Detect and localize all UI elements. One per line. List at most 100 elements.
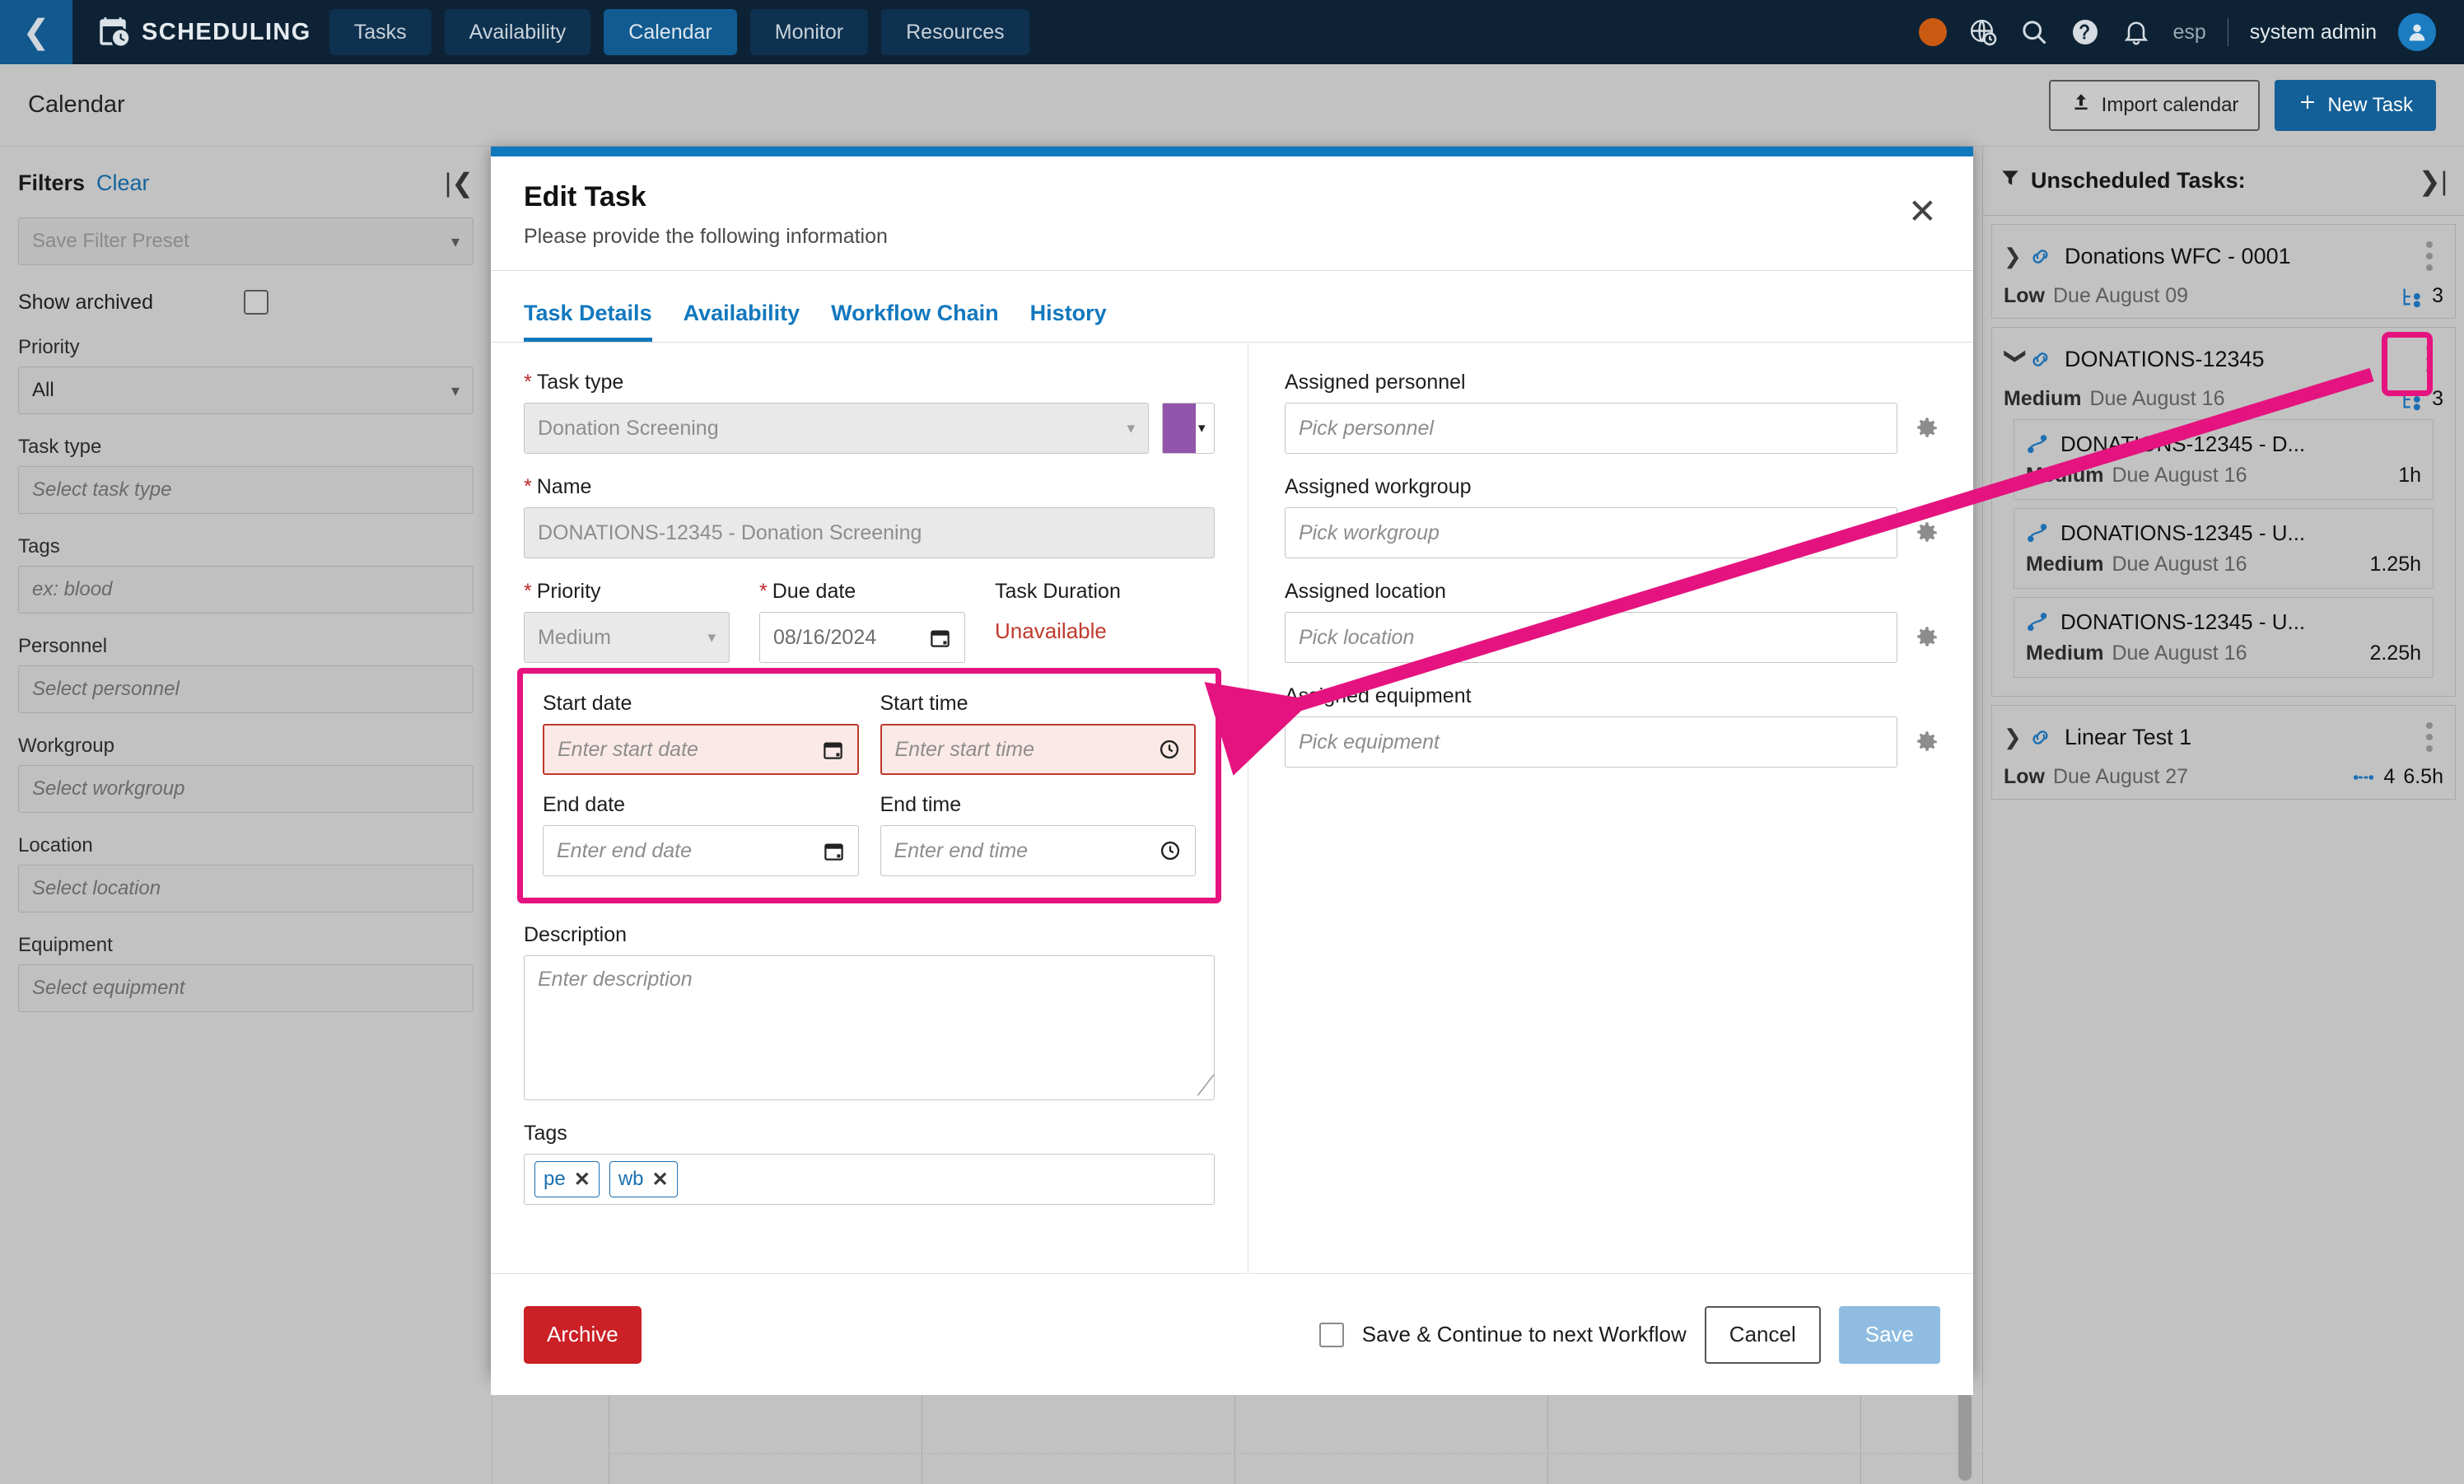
tab-task-details[interactable]: Task Details [524,301,652,342]
tag-chip-label: pe [544,1168,566,1190]
filter-priority-select[interactable]: All ▾ [18,366,474,414]
task-card-stats: 3 [2401,284,2443,308]
task-card-name: DONATIONS-12345 [2065,346,2265,371]
due-date-input[interactable]: 08/16/2024 [759,612,965,663]
tab-workflow-chain[interactable]: Workflow Chain [831,301,999,342]
nav-tab-resources[interactable]: Resources [881,9,1029,55]
save-continue-checkbox[interactable] [1318,1322,1344,1347]
task-color-picker[interactable]: ▾ [1162,403,1215,454]
task-card-count: 3 [2432,387,2443,410]
task-name-value: DONATIONS-12345 - Donation Screening [538,520,922,544]
archive-button[interactable]: Archive [524,1305,642,1364]
filter-personnel-input[interactable]: Select personnel [18,665,474,713]
filter-tags-placeholder: ex: blood [32,578,113,600]
filter-equipment-input[interactable]: Select equipment [18,964,474,1012]
nav-tab-tasks[interactable]: Tasks [329,9,432,55]
show-archived-checkbox[interactable] [243,290,268,315]
task-card-row: ❯ Donations WFC - 0001 [2004,236,2443,276]
globe-clock-icon[interactable] [1968,17,1998,47]
tab-history[interactable]: History [1030,301,1107,342]
status-dot-icon[interactable] [1919,18,1948,46]
clock-icon[interactable] [1159,839,1182,862]
close-icon[interactable]: ✕ [1908,194,1937,229]
calendar-scrollbar-thumb[interactable] [1958,1384,1972,1481]
subtask-name: DONATIONS-12345 - D... [2060,432,2306,456]
task-card[interactable]: ❯ Linear Test 1 Low Due August 27 4 6.5h [1991,705,2456,800]
clock-icon[interactable] [1158,738,1181,761]
end-time-placeholder: Enter end time [894,838,1029,862]
start-date-field: Start date Enter start date [543,692,859,775]
nav-tab-availability[interactable]: Availability [444,9,591,55]
task-card[interactable]: ❯ DONATIONS-12345 Medium Due August 16 3 [1991,327,2456,697]
filter-tags-input[interactable]: ex: blood [18,566,474,614]
assigned-workgroup-input[interactable]: Pick workgroup [1285,507,1897,558]
save-button[interactable]: Save [1838,1305,1940,1364]
task-card[interactable]: ❯ Donations WFC - 0001 Low Due August 09… [1991,224,2456,319]
assigned-location-row: Pick location [1285,612,1940,663]
language-selector[interactable]: esp [2172,21,2205,44]
tag-chip[interactable]: wb ✕ [609,1161,678,1197]
collapse-left-icon[interactable]: |❮ [445,170,474,196]
collapse-right-icon[interactable]: ❯| [2419,168,2448,194]
chevron-right-icon[interactable]: ❯ [2004,244,2028,269]
new-task-button[interactable]: New Task [2275,79,2436,131]
help-icon[interactable] [2070,17,2100,47]
remove-tag-icon[interactable]: ✕ [652,1168,669,1192]
gear-icon[interactable] [1912,414,1940,442]
start-date-input[interactable]: Enter start date [543,724,859,775]
remove-tag-icon[interactable]: ✕ [574,1168,590,1192]
nav-collapse-button[interactable]: ❮ [0,0,72,64]
show-archived-label: Show archived [18,290,153,314]
funnel-icon[interactable] [2000,167,2021,194]
tab-availability[interactable]: Availability [684,301,800,342]
resize-handle-icon[interactable]: ╱ [1199,1075,1210,1096]
link-icon [2028,725,2053,749]
assigned-location-input[interactable]: Pick location [1285,612,1897,663]
gear-icon[interactable] [1912,728,1940,756]
import-calendar-button[interactable]: Import calendar [2048,79,2261,131]
end-time-input[interactable]: Enter end time [880,825,1196,876]
subtask-item[interactable]: DONATIONS-12345 - U... Medium Due August… [2014,508,2434,589]
subtask-item[interactable]: DONATIONS-12345 - D... Medium Due August… [2014,419,2434,500]
nav-tab-monitor[interactable]: Monitor [749,9,869,55]
save-filter-preset-select[interactable]: Save Filter Preset ▾ [18,217,474,265]
assigned-equipment-input[interactable]: Pick equipment [1285,716,1897,768]
assigned-personnel-input[interactable]: Pick personnel [1285,403,1897,454]
avatar[interactable] [2398,13,2436,51]
description-textarea[interactable]: Enter description ╱ [524,955,1215,1100]
gear-icon[interactable] [1912,519,1940,547]
assigned-workgroup-placeholder: Pick workgroup [1299,520,1440,544]
task-card-meta: Medium Due August 16 3 [2004,387,2443,411]
nav-tab-calendar[interactable]: Calendar [604,9,737,55]
task-card-kebab-menu[interactable] [2415,339,2443,379]
chevron-down-icon: ▾ [1198,420,1206,436]
chevron-right-icon[interactable]: ❯ [2004,725,2028,750]
end-date-input[interactable]: Enter end date [543,825,859,876]
tags-input[interactable]: pe ✕ wb ✕ [524,1154,1215,1205]
calendar-icon[interactable] [822,739,844,761]
priority-select[interactable]: Medium ▾ [524,612,730,663]
task-card-kebab-menu[interactable] [2415,717,2443,757]
search-icon[interactable] [2019,17,2049,47]
filters-title: Filters [18,170,86,195]
filters-clear-link[interactable]: Clear [96,170,150,196]
modal-tabs: Task Details Availability Workflow Chain… [491,270,1973,343]
modal-body: * Task type Donation Screening ▾ ▾ * Nam… [491,343,1973,1273]
subtask-duration: 2.25h [2369,642,2421,665]
task-name-input[interactable]: DONATIONS-12345 - Donation Screening [524,507,1215,558]
tag-chip[interactable]: pe ✕ [534,1161,600,1197]
calendar-icon[interactable] [929,627,951,649]
chain-task-icon [2026,611,2049,634]
bell-icon[interactable] [2121,17,2151,47]
chevron-down-icon[interactable]: ❯ [2004,347,2029,371]
cancel-button[interactable]: Cancel [1704,1305,1821,1364]
gear-icon[interactable] [1912,623,1940,651]
calendar-icon[interactable] [823,840,845,862]
filter-location-input[interactable]: Select location [18,865,474,912]
task-type-select[interactable]: Donation Screening ▾ [524,403,1149,454]
filter-workgroup-input[interactable]: Select workgroup [18,765,474,813]
start-time-input[interactable]: Enter start time [880,724,1196,775]
task-card-kebab-menu[interactable] [2415,236,2443,276]
filter-tasktype-input[interactable]: Select task type [18,466,474,514]
subtask-item[interactable]: DONATIONS-12345 - U... Medium Due August… [2014,597,2434,678]
